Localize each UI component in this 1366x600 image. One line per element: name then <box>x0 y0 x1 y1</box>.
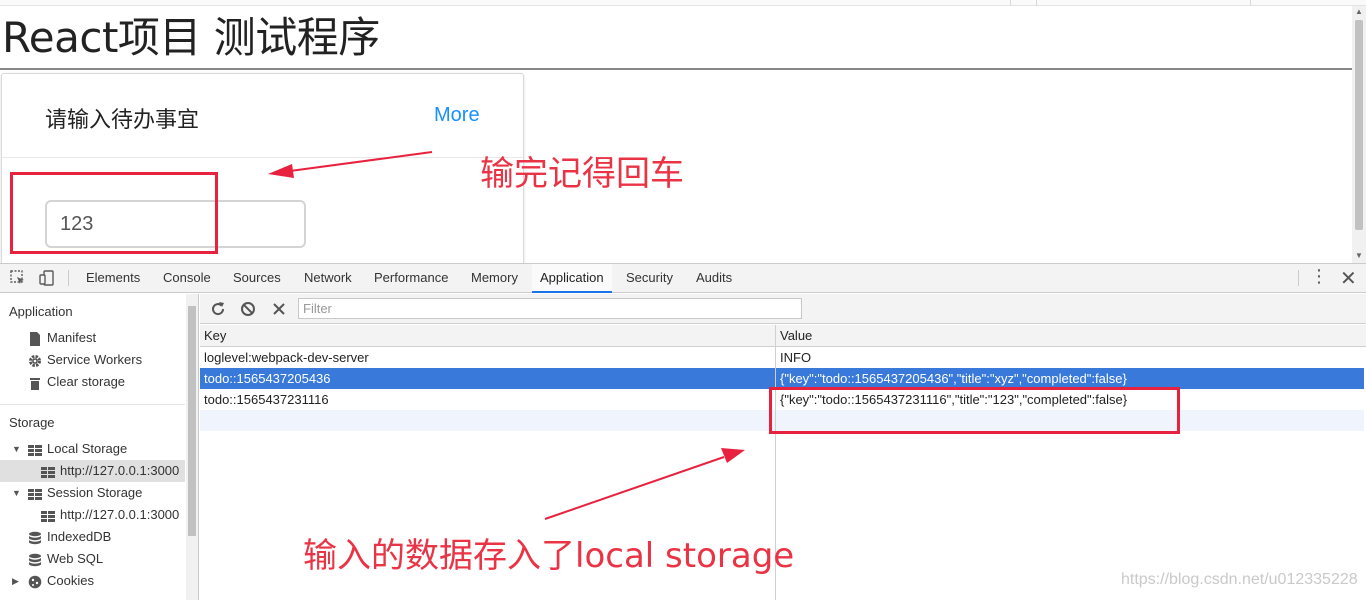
card-title: 请输入待办事宜 <box>45 108 200 133</box>
annotation-note-enter: 输完记得回车 <box>480 154 684 194</box>
table-grid-icon <box>41 464 55 478</box>
table-row[interactable]: loglevel:webpack-dev-server INFO <box>200 347 1364 368</box>
annotation-box-input <box>10 172 218 254</box>
scroll-up-icon[interactable]: ▲ <box>1355 7 1363 17</box>
sidebar-item-label: IndexedDB <box>47 529 112 544</box>
tab-security[interactable]: Security <box>618 264 681 293</box>
sidebar-item-service-workers[interactable]: Service Workers <box>0 349 185 371</box>
tab-performance[interactable]: Performance <box>366 264 456 293</box>
devtools-toolbar: Elements Console Sources Network Perform… <box>0 264 1366 293</box>
sidebar-item-websql[interactable]: Web SQL <box>0 548 185 570</box>
sidebar-item-local-storage-origin[interactable]: http://127.0.0.1:3000 <box>0 460 185 482</box>
row-key: loglevel:webpack-dev-server <box>204 350 369 365</box>
page-scrollbar[interactable]: ▲ ▼ <box>1352 6 1366 263</box>
gear-icon <box>28 353 42 367</box>
sidebar-item-local-storage[interactable]: ▼ Local Storage <box>0 438 185 460</box>
more-options-icon[interactable]: ⋮ <box>1310 266 1328 287</box>
sidebar-item-indexeddb[interactable]: IndexedDB <box>0 526 185 548</box>
tab-sources[interactable]: Sources <box>225 264 289 293</box>
table-row-selected[interactable]: todo::1565437205436 {"key":"todo::156543… <box>200 368 1364 389</box>
application-sidebar: Application Manifest Service Workers Cle… <box>0 294 199 600</box>
trash-icon <box>28 375 42 390</box>
sidebar-heading-storage: Storage <box>9 415 55 430</box>
sidebar-item-session-storage-origin[interactable]: http://127.0.0.1:3000 <box>0 504 185 526</box>
sidebar-heading-application: Application <box>9 304 73 319</box>
row-key: todo::1565437205436 <box>204 371 331 386</box>
row-key: todo::1565437231116 <box>204 392 329 407</box>
annotation-note-storage: 输入的数据存入了local storage <box>303 536 795 576</box>
toolbar-separator <box>68 270 69 286</box>
title-divider <box>0 68 1352 70</box>
sidebar-scroll-thumb[interactable] <box>188 306 196 536</box>
filter-input[interactable] <box>298 298 802 319</box>
sidebar-item-label: Web SQL <box>47 551 104 566</box>
sidebar-scrollbar[interactable] <box>186 294 198 600</box>
tab-console[interactable]: Console <box>155 264 219 293</box>
column-header-value[interactable]: Value <box>776 325 1364 346</box>
sidebar-item-label: http://127.0.0.1:3000 <box>60 463 180 478</box>
sidebar-item-label: Clear storage <box>47 374 126 389</box>
expand-triangle-icon[interactable]: ▼ <box>12 482 21 504</box>
expand-triangle-icon[interactable]: ▶ <box>12 570 19 592</box>
page-title: React项目 测试程序 <box>2 13 380 62</box>
scroll-thumb[interactable] <box>1355 20 1363 230</box>
storage-toolbar <box>200 294 1366 324</box>
sidebar-item-label: http://127.0.0.1:3000 <box>60 507 180 522</box>
delete-selected-icon[interactable] <box>270 300 288 318</box>
tab-memory[interactable]: Memory <box>463 264 526 293</box>
column-header-key[interactable]: Key <box>200 325 775 346</box>
tab-elements[interactable]: Elements <box>78 264 148 293</box>
tab-application[interactable]: Application <box>532 264 612 293</box>
watermark: https://blog.csdn.net/u012335228 <box>1121 571 1358 588</box>
card-header: 请输入待办事宜 More <box>2 74 523 158</box>
database-icon <box>28 530 42 545</box>
sidebar-item-label: Cookies <box>47 573 94 588</box>
device-toolbar-icon[interactable] <box>38 269 56 287</box>
sidebar-item-label: Manifest <box>47 330 97 345</box>
scroll-down-icon[interactable]: ▼ <box>1355 251 1363 261</box>
tab-audits[interactable]: Audits <box>688 264 740 293</box>
document-icon <box>28 331 42 346</box>
refresh-icon[interactable] <box>209 300 227 318</box>
table-grid-icon <box>28 442 42 456</box>
sidebar-item-clear-storage[interactable]: Clear storage <box>0 371 185 393</box>
table-grid-icon <box>41 508 55 522</box>
sidebar-item-session-storage[interactable]: ▼ Session Storage <box>0 482 185 504</box>
sidebar-item-manifest[interactable]: Manifest <box>0 327 185 349</box>
sidebar-item-label: Session Storage <box>47 485 143 500</box>
toolbar-separator <box>1298 270 1299 286</box>
expand-triangle-icon[interactable]: ▼ <box>12 438 21 460</box>
row-value: {"key":"todo::1565437205436","title":"xy… <box>780 371 1127 386</box>
inspect-element-icon[interactable] <box>9 269 27 287</box>
database-icon <box>28 552 42 567</box>
row-value: INFO <box>780 350 812 365</box>
sidebar-item-label: Local Storage <box>47 441 128 456</box>
close-icon[interactable]: ✕ <box>1340 266 1357 291</box>
clear-all-icon[interactable] <box>239 300 257 318</box>
table-grid-icon <box>28 486 42 500</box>
sidebar-item-cookies[interactable]: ▶ Cookies <box>0 570 185 592</box>
table-header: Key Value <box>200 325 1366 347</box>
more-link[interactable]: More <box>434 104 480 127</box>
sidebar-item-label: Service Workers <box>47 352 143 367</box>
sidebar-divider <box>0 404 185 405</box>
cookie-icon <box>28 574 42 589</box>
tab-network[interactable]: Network <box>296 264 360 293</box>
annotation-box-value <box>769 387 1180 434</box>
